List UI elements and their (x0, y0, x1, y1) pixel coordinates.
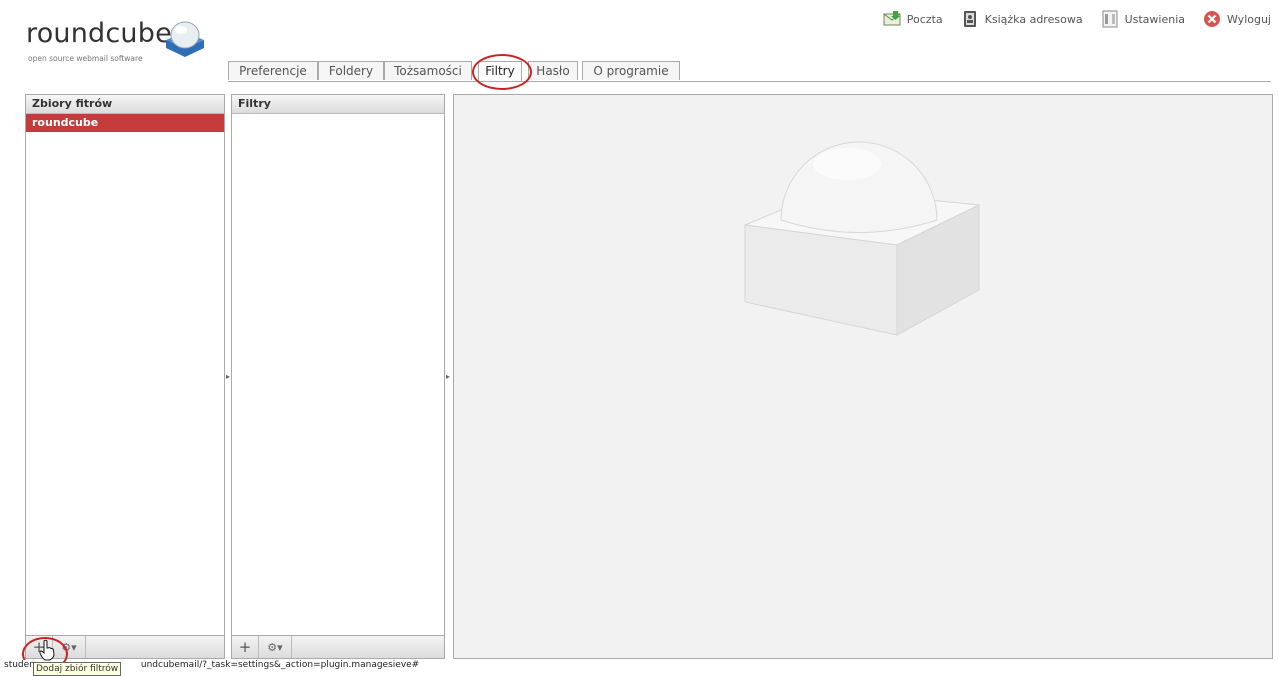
left-splitter-handle[interactable]: ▸ (226, 372, 230, 382)
nav-address-book-label: Książka adresowa (984, 12, 1083, 26)
nav-settings-label: Ustawienia (1124, 12, 1185, 26)
settings-tabs: Preferencje Foldery Tożsamości Filtry Ha… (228, 61, 1271, 82)
tab-password[interactable]: Hasło (528, 61, 578, 80)
logo-ball-icon (166, 21, 204, 57)
top-navigation: Poczta Książka adresowa Ustawienia Wylog… (883, 8, 1271, 30)
nav-address-book[interactable]: Książka adresowa (961, 10, 1083, 28)
nav-settings[interactable]: Ustawienia (1101, 10, 1185, 28)
tab-filters[interactable]: Filtry (478, 61, 522, 81)
nav-mail[interactable]: Poczta (883, 10, 943, 28)
filter-set-item[interactable]: roundcube (26, 114, 224, 132)
status-url-prefix: studen (4, 660, 35, 674)
filters-panel: Filtry + ⚙▾ (231, 94, 445, 659)
filter-set-actions-gear-icon[interactable]: ⚙▾ (53, 636, 86, 658)
filter-sets-panel: Zbiory fitrów roundcube + ⚙▾ (25, 94, 225, 659)
address-book-icon (963, 11, 976, 27)
logo-wordmark: roundcube (26, 18, 172, 49)
nav-logout-label: Wyloguj (1227, 12, 1271, 26)
status-url: undcubemail/?_task=settings&_action=plug… (140, 660, 420, 674)
filter-sets-header: Zbiory fitrów (26, 95, 224, 114)
filter-actions-gear-icon[interactable]: ⚙▾ (259, 636, 292, 658)
mail-icon (883, 11, 901, 26)
tab-folders[interactable]: Foldery (318, 61, 384, 80)
logo-tagline: open source webmail software (28, 54, 143, 63)
nav-mail-label: Poczta (906, 12, 943, 26)
right-splitter-handle[interactable]: ▸ (446, 372, 450, 382)
logout-icon (1204, 11, 1220, 27)
tab-identities[interactable]: Tożsamości (384, 61, 472, 80)
filters-toolbar: + ⚙▾ (232, 635, 444, 658)
add-filter-button[interactable]: + (232, 636, 259, 658)
hand-cursor-icon (39, 639, 55, 661)
roundcube-watermark-icon (743, 141, 981, 336)
filters-header: Filtry (232, 95, 444, 114)
filter-details-panel (453, 94, 1273, 659)
nav-logout[interactable]: Wyloguj (1203, 10, 1271, 28)
roundcube-logo[interactable]: roundcube open source webmail software (26, 14, 216, 66)
tab-preferences[interactable]: Preferencje (228, 61, 318, 80)
settings-icon (1102, 10, 1118, 28)
tab-about[interactable]: O programie (582, 61, 680, 80)
